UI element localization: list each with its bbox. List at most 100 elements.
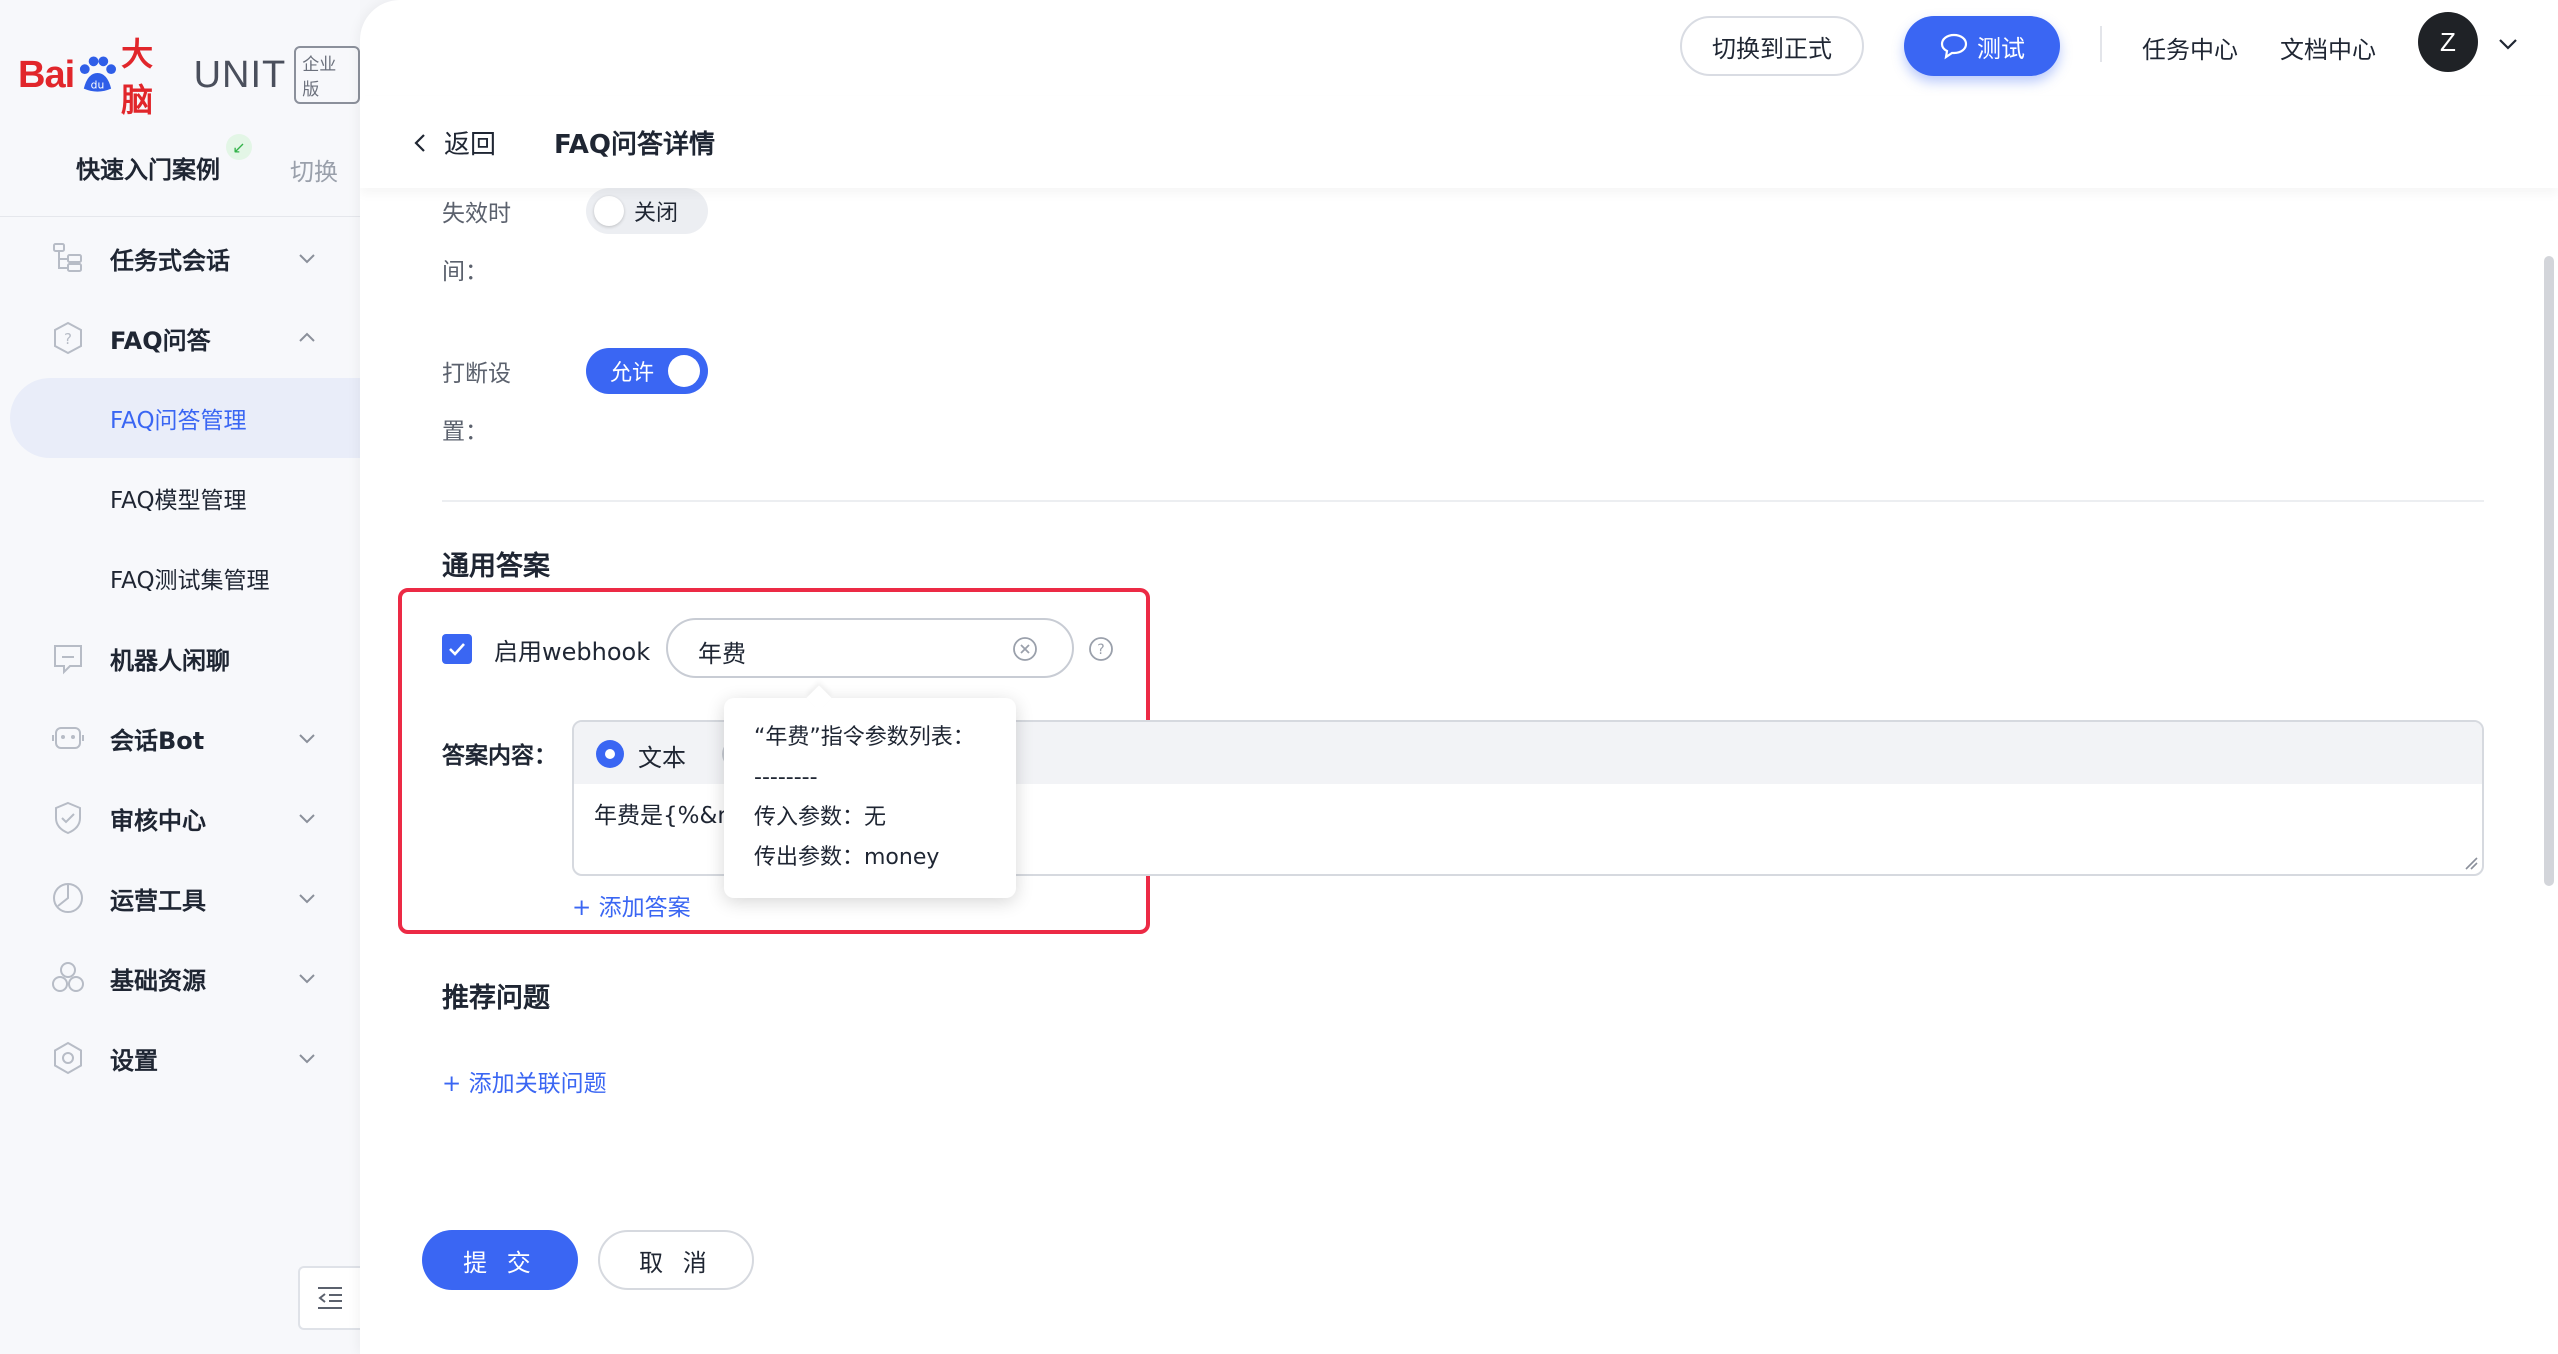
sidebar-subitem-faq-model[interactable]: FAQ模型管理: [0, 458, 360, 538]
toggle-text: 关闭: [634, 201, 679, 226]
interrupt-setting-label-cont: 置：: [442, 419, 488, 445]
answer-content-label: 答案内容：: [442, 743, 557, 769]
webhook-label[interactable]: 启用webhook: [494, 632, 650, 667]
sidebar-item-label: 审核中心: [110, 806, 206, 835]
topbar-separator: [2100, 26, 2102, 62]
toggle-knob: [668, 355, 700, 387]
toggle-knob: [594, 196, 624, 226]
submit-button[interactable]: 提 交: [422, 1230, 578, 1290]
main-panel: 切换到正式 测试 任务中心 文档中心 Z 返回 FAQ问答详情 失效时 间： 关…: [360, 0, 2558, 1354]
webhook-input-value: 年费: [698, 640, 746, 668]
svg-text:?: ?: [64, 330, 72, 348]
test-button[interactable]: 测试: [1904, 16, 2060, 76]
logo-du: du: [91, 79, 105, 92]
chat-bubble-icon: [1940, 33, 1968, 60]
switch-to-formal-button[interactable]: 切换到正式: [1680, 16, 1864, 76]
svg-text:?: ?: [1097, 642, 1104, 658]
add-answer-button[interactable]: + 添加答案: [572, 888, 691, 922]
hex-gear-icon: [54, 1041, 82, 1075]
sidebar-item-label: 运营工具: [110, 886, 206, 915]
shield-check-icon: [55, 801, 81, 835]
back-label: 返回: [444, 130, 497, 160]
webhook-input[interactable]: 年费: [666, 618, 1074, 678]
sidebar-item-label: 设置: [110, 1046, 158, 1075]
expire-time-toggle[interactable]: 关闭: [586, 188, 708, 234]
chat-icon: [54, 645, 82, 675]
chevron-down-icon: [299, 894, 315, 904]
chevron-down-icon: [299, 254, 315, 264]
answer-textarea[interactable]: 年费是{%&m: [594, 796, 740, 830]
chevron-down-icon: [299, 734, 315, 744]
sidebar: Bai du 大脑 UNIT 企业版 快速入门案例 ↙ 切换 任务式会话 ? F…: [0, 0, 360, 1354]
chevron-left-icon: [414, 133, 425, 152]
expire-time-label: 失效时: [442, 201, 511, 227]
sidebar-item-bot[interactable]: 会话Bot: [0, 698, 360, 778]
sidebar-subitem-faq-manage[interactable]: FAQ问答管理: [10, 378, 360, 458]
edition-badge: 企业版: [294, 46, 360, 104]
sidebar-subitem-faq-testset[interactable]: FAQ测试集管理: [0, 538, 360, 618]
tooltip-input-params: 传入参数：无: [754, 805, 887, 830]
section-divider: [442, 500, 2484, 502]
clear-icon[interactable]: [1012, 636, 1038, 662]
doc-center-link[interactable]: 文档中心: [2280, 30, 2376, 65]
switch-link[interactable]: 切换: [290, 152, 338, 187]
expire-time-label-cont: 间：: [442, 259, 488, 285]
page-title: FAQ问答详情: [554, 130, 716, 160]
sidebar-collapse-button[interactable]: [298, 1266, 360, 1330]
sidebar-item-label: 会话Bot: [110, 726, 205, 755]
interrupt-toggle[interactable]: 允许: [586, 348, 708, 394]
toggle-text: 允许: [610, 361, 655, 386]
sidebar-item-task-dialog[interactable]: 任务式会话: [0, 218, 360, 298]
check-icon: [449, 643, 465, 656]
tooltip-divider: --------: [754, 765, 818, 790]
sidebar-item-label: 任务式会话: [110, 246, 230, 275]
tree-icon: [53, 243, 82, 272]
resize-handle-icon[interactable]: [2464, 856, 2478, 870]
quick-start-title: 快速入门案例: [76, 156, 220, 184]
chevron-down-icon: [299, 1054, 315, 1064]
bot-icon: [52, 727, 84, 749]
chevron-down-icon: [299, 974, 315, 984]
sidebar-item-review[interactable]: 审核中心: [0, 778, 360, 858]
hexagons-icon: [52, 962, 84, 992]
radio-text-type[interactable]: [596, 740, 624, 768]
top-bar: 切换到正式 测试 任务中心 文档中心 Z: [360, 0, 2558, 90]
back-button[interactable]: 返回: [410, 124, 496, 161]
sidebar-item-faq[interactable]: ? FAQ问答: [0, 298, 360, 378]
sidebar-subitem-label: FAQ模型管理: [110, 488, 247, 514]
sidebar-item-chitchat[interactable]: 机器人闲聊: [0, 618, 360, 698]
add-related-question-button[interactable]: + 添加关联问题: [442, 1064, 607, 1098]
task-center-link[interactable]: 任务中心: [2142, 30, 2238, 65]
sidebar-item-label: 基础资源: [110, 966, 206, 995]
tooltip-title: “年费”指令参数列表：: [754, 725, 975, 750]
chevron-down-icon: [299, 814, 315, 824]
help-icon[interactable]: ?: [1088, 636, 1114, 662]
sidebar-item-settings[interactable]: 设置: [0, 1018, 360, 1098]
sidebar-nav: 任务式会话 ? FAQ问答 FAQ问答管理 FAQ模型管理 FAQ测试集管理 机…: [0, 218, 360, 1098]
radio-text-label[interactable]: 文本: [638, 738, 686, 773]
breadcrumb: 返回 FAQ问答详情: [360, 96, 2558, 188]
sidebar-divider: [0, 216, 360, 217]
sidebar-subitem-label: FAQ问答管理: [110, 408, 247, 434]
sidebar-item-resources[interactable]: 基础资源: [0, 938, 360, 1018]
general-answer-title: 通用答案: [442, 551, 550, 582]
gauge-icon: [53, 883, 83, 913]
chevron-up-icon: [299, 332, 315, 342]
collapse-sidebar-icon: [318, 1287, 342, 1309]
sidebar-item-ops-tools[interactable]: 运营工具: [0, 858, 360, 938]
cancel-button[interactable]: 取 消: [598, 1230, 754, 1290]
tooltip-output-params: 传出参数：money: [754, 845, 940, 870]
webhook-checkbox[interactable]: [442, 634, 472, 664]
pin-icon: ↙: [226, 134, 252, 160]
question-shield-icon: ?: [54, 321, 82, 355]
logo-bai: Bai: [18, 53, 75, 96]
baidu-unit-logo[interactable]: Bai du 大脑 UNIT 企业版: [18, 35, 360, 119]
sidebar-item-label: 机器人闲聊: [110, 646, 230, 675]
interrupt-setting-label: 打断设: [442, 361, 511, 387]
avatar[interactable]: Z: [2418, 12, 2478, 72]
chevron-down-icon[interactable]: [2496, 32, 2520, 56]
sidebar-subitem-label: FAQ测试集管理: [110, 568, 270, 594]
logo-danao: 大脑: [121, 35, 154, 119]
baidu-paw-icon: du: [80, 56, 117, 92]
vertical-scrollbar[interactable]: [2544, 256, 2554, 886]
